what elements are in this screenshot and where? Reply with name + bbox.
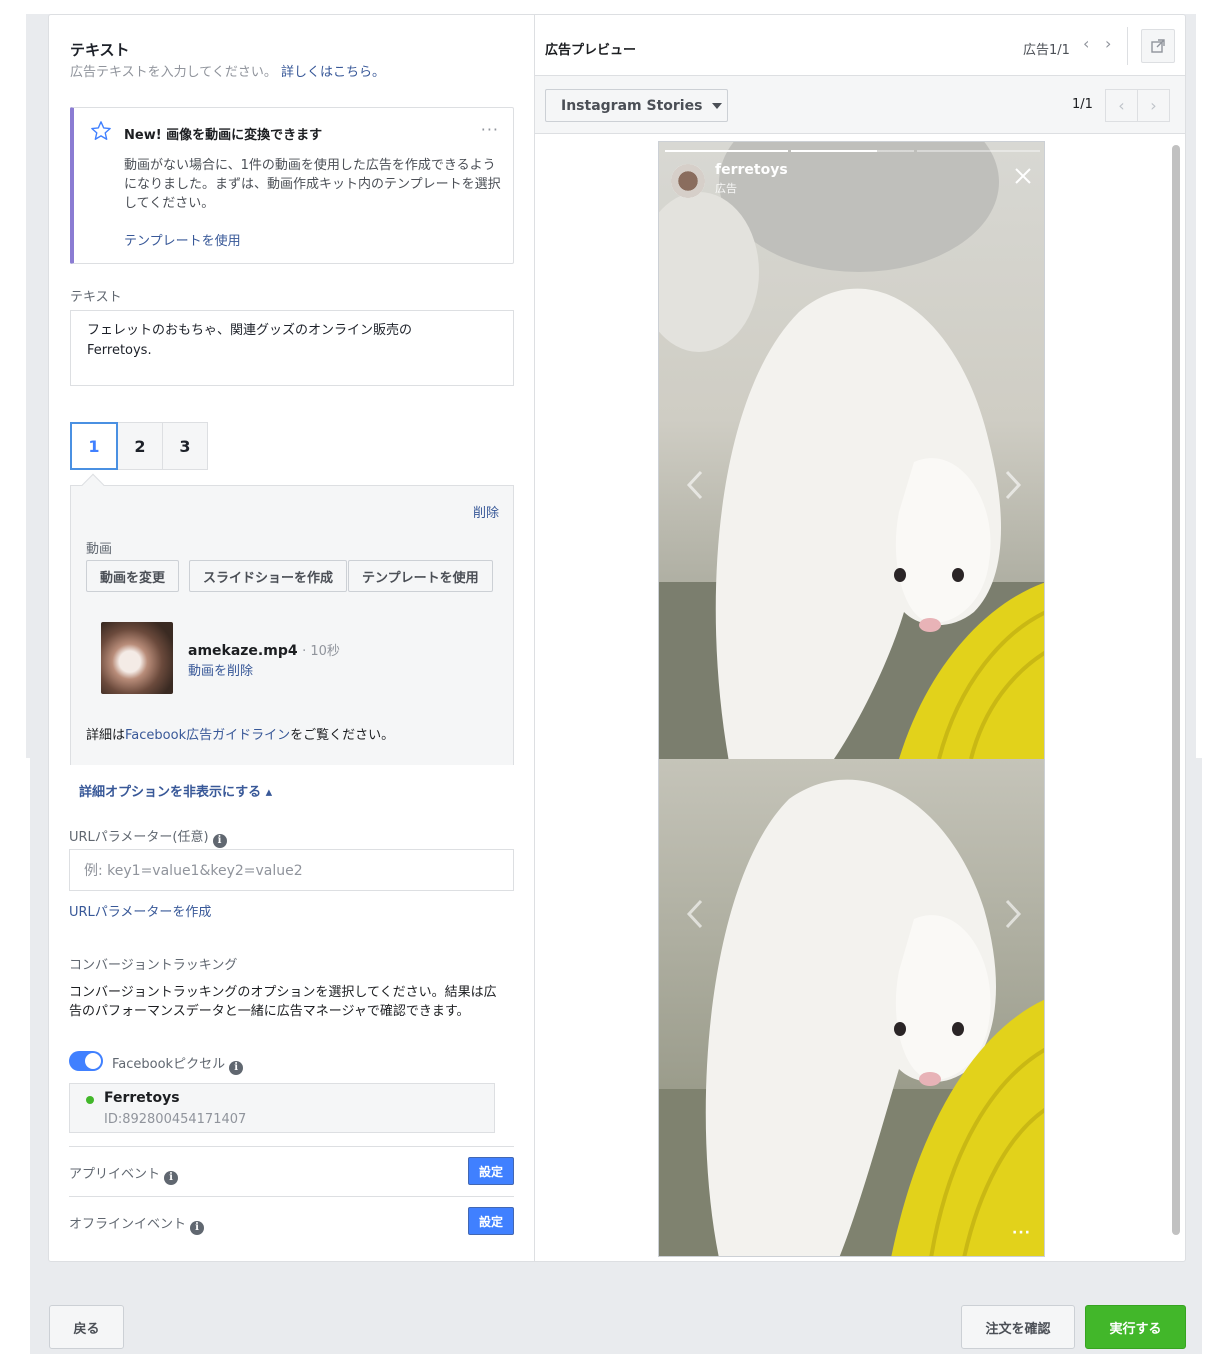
pixel-toggle[interactable] <box>69 1051 103 1071</box>
create-slideshow-button[interactable]: スライドショーを作成 <box>189 560 348 592</box>
remove-video-link[interactable]: 動画を削除 <box>188 660 253 679</box>
video-actions: 動画を変更 スライドショーを作成 テンプレートを使用 <box>86 560 493 592</box>
story-progress <box>665 150 1040 152</box>
story-preview: ferretoys 広告 ··· <box>658 141 1045 1257</box>
offline-events-label: オフラインイベント i <box>69 1213 205 1235</box>
url-params-label: URLパラメーター(任意) i <box>69 826 227 848</box>
prev-page-icon[interactable]: ‹ <box>1105 89 1138 122</box>
more-icon[interactable]: ··· <box>1012 1225 1031 1241</box>
star-icon <box>91 121 111 140</box>
app-events-label: アプリイベント i <box>69 1163 179 1185</box>
close-icon[interactable] <box>1013 166 1033 186</box>
preview-scrollbar-thumb[interactable] <box>1172 145 1180 1235</box>
ad-preview-column: 広告プレビュー 広告1/1 ‹ › Instagram Stories 1/1 … <box>535 15 1185 1261</box>
video-thumbnail <box>101 622 173 694</box>
page-indicator: 1/1 <box>1072 97 1093 112</box>
video-label: 動画 <box>86 542 113 557</box>
change-video-button[interactable]: 動画を変更 <box>86 560 180 592</box>
guideline-text: 詳細はFacebook広告ガイドラインをご覧ください。 <box>86 728 395 743</box>
prev-ad-icon[interactable]: ‹ <box>1083 34 1089 53</box>
back-button[interactable]: 戻る <box>49 1305 124 1349</box>
ad-text-line: Ferretoys. <box>87 343 152 358</box>
ferret-image <box>659 142 1044 762</box>
ad-guidelines-link[interactable]: Facebook広告ガイドライン <box>125 728 290 743</box>
placement-dropdown[interactable]: Instagram Stories <box>545 89 728 122</box>
ad-editor-card: テキスト 広告テキストを入力してください。 詳しくはこちら。 New! 画像を動… <box>48 14 1186 1262</box>
url-builder-link[interactable]: URLパラメーターを作成 <box>69 901 211 920</box>
use-template-link[interactable]: テンプレートを使用 <box>124 230 241 249</box>
video-file-name: amekaze.mp4 <box>188 643 298 659</box>
learn-more-link[interactable]: 詳しくはこちら。 <box>281 65 385 80</box>
pixel-id: ID:892800454171407 <box>104 1112 247 1127</box>
offline-events-setup-button[interactable]: 設定 <box>468 1207 514 1235</box>
sponsored-label: 広告 <box>715 182 737 195</box>
open-external-button[interactable] <box>1141 29 1175 63</box>
pixel-selector[interactable]: Ferretoys ID:892800454171407 <box>69 1083 495 1133</box>
info-icon[interactable]: i <box>229 1061 244 1075</box>
notice-body: 動画がない場合に、1件の動画を使用した広告を作成できるようになりました。まずは、… <box>124 158 501 211</box>
next-ad-icon[interactable]: › <box>1105 34 1111 53</box>
section-subtitle: 広告テキストを入力してください。 詳しくはこちら。 <box>70 65 385 80</box>
panel-caret <box>81 473 105 497</box>
section-title: テキスト <box>70 41 130 59</box>
info-icon[interactable]: i <box>190 1221 205 1235</box>
publish-button[interactable]: 実行する <box>1085 1305 1186 1349</box>
ferret-image <box>659 779 1044 1256</box>
ad-count: 広告1/1 <box>1023 43 1070 58</box>
avatar <box>671 164 705 198</box>
page-nav: ‹ › <box>1105 89 1171 122</box>
ad-text-input[interactable]: フェレットのおもちゃ、関連グッズのオンライン販売の Ferretoys. <box>70 310 514 386</box>
story-account-name: ferretoys <box>715 162 788 178</box>
story-frame: ··· <box>659 759 1044 1256</box>
card-tab-2[interactable]: 2 <box>117 422 163 470</box>
info-icon[interactable]: i <box>164 1171 179 1185</box>
status-dot-icon <box>86 1096 94 1104</box>
divider <box>69 1196 514 1197</box>
app-events-setup-button[interactable]: 設定 <box>468 1157 514 1185</box>
more-options-icon[interactable]: ··· <box>481 120 499 139</box>
review-order-button[interactable]: 注文を確認 <box>961 1305 1075 1349</box>
story-frame: ferretoys 広告 <box>659 142 1044 762</box>
card-tabs: 1 2 3 <box>70 422 208 470</box>
video-file-info: amekaze.mp4 · 10秒 <box>188 640 340 659</box>
divider <box>69 1146 514 1147</box>
feature-notice: New! 画像を動画に変換できます ··· 動画がない場合に、1件の動画を使用し… <box>70 107 514 264</box>
info-icon[interactable]: i <box>212 834 227 848</box>
caret-down-icon <box>712 102 723 109</box>
use-template-button[interactable]: テンプレートを使用 <box>348 560 493 592</box>
hide-advanced-options[interactable]: 詳細オプションを非表示にする ▴ <box>79 781 272 800</box>
conversion-description: コンバージョントラッキングのオプションを選択してください。結果は広 告のパフォー… <box>69 985 497 1019</box>
card-panel: 削除 動画 動画を変更 スライドショーを作成 テンプレートを使用 amekaze… <box>70 473 514 765</box>
divider <box>1127 27 1128 65</box>
conversion-title: コンバージョントラッキング <box>69 958 238 973</box>
notice-title: New! 画像を動画に変換できます <box>124 128 323 143</box>
external-link-icon <box>1151 39 1165 53</box>
ad-text-line: フェレットのおもちゃ、関連グッズのオンライン販売の <box>87 323 413 338</box>
text-field-label: テキスト <box>70 290 122 305</box>
card-tab-1[interactable]: 1 <box>70 422 118 470</box>
preview-title: 広告プレビュー <box>545 43 637 58</box>
pixel-name: Ferretoys <box>104 1090 180 1106</box>
next-page-icon[interactable]: › <box>1137 89 1170 122</box>
delete-card-link[interactable]: 削除 <box>473 502 499 521</box>
url-params-input[interactable]: 例: key1=value1&key2=value2 <box>69 849 514 891</box>
pixel-label: Facebookピクセル i <box>112 1053 244 1075</box>
video-duration: · 10秒 <box>302 644 340 659</box>
card-tab-3[interactable]: 3 <box>162 422 208 470</box>
ad-creative-column: テキスト 広告テキストを入力してください。 詳しくはこちら。 New! 画像を動… <box>49 15 535 1261</box>
